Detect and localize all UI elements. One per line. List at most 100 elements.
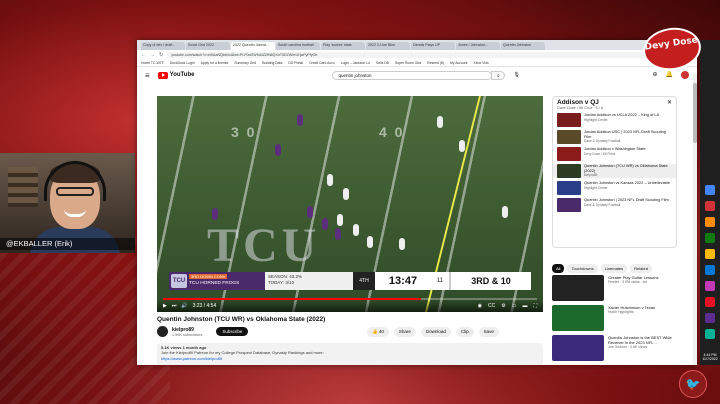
subscribe-button[interactable]: Subscribe: [216, 327, 249, 336]
playlist-thumbnail[interactable]: [557, 164, 581, 178]
time-display: 3:23 / 4:54: [192, 303, 217, 309]
playlist-thumbnail[interactable]: [557, 147, 581, 161]
playlist-title[interactable]: Addison v QJ: [557, 99, 672, 106]
recommended-video[interactable]: Quentin Johnston is the BEST Wide Receiv…: [552, 335, 680, 363]
bookmark-item[interactable]: Super Room Xtra: [395, 61, 421, 65]
filter-chip[interactable]: All: [552, 264, 565, 273]
browser-tab[interactable]: Scout Grid 2022: [186, 42, 230, 50]
video-description[interactable]: 5.1K views 1 month ago Join the Kielpro8…: [157, 343, 543, 365]
field-logo-text: TCU: [207, 219, 321, 272]
video-thumbnail[interactable]: [552, 305, 604, 331]
bookmark-item[interactable]: Summary Grid: [234, 61, 256, 65]
bookmark-item[interactable]: DD Portal: [288, 61, 303, 65]
like-button[interactable]: 👍 40: [367, 327, 389, 337]
close-icon[interactable]: ✕: [667, 99, 672, 106]
playlist-item[interactable]: Quentin Johnston vs Kansas 2022 – Unbeli…: [557, 181, 672, 195]
bookmark-item[interactable]: My Account: [450, 61, 468, 65]
taskbar-app-icon[interactable]: [705, 265, 715, 275]
bookmark-item[interactable]: Sells DB: [376, 61, 389, 65]
bookmark-item[interactable]: Credit Card Acco: [309, 61, 335, 65]
video-player[interactable]: 3 0 4 0 TCU TCU 3RD DOWN CONV TCU HORNED…: [157, 96, 543, 312]
bookmark-item[interactable]: Login – Jackson Lu: [341, 61, 370, 65]
autoplay-toggle[interactable]: ◉: [478, 303, 482, 309]
youtube-logo[interactable]: YouTube: [157, 71, 194, 79]
taskbar-app-icon[interactable]: [705, 185, 715, 195]
reload-icon[interactable]: ↻: [159, 52, 163, 58]
page-scrollbar[interactable]: [693, 73, 697, 365]
playlist-thumbnail[interactable]: [557, 130, 581, 144]
taskbar-app-icon[interactable]: [705, 217, 715, 227]
taskbar-app-icon[interactable]: [705, 313, 715, 323]
taskbar-app-icon[interactable]: [705, 249, 715, 259]
filter-chip[interactable]: Touchdowns: [567, 264, 598, 273]
fullscreen-icon[interactable]: ⛶: [533, 303, 537, 309]
next-icon[interactable]: ⏭: [172, 303, 177, 309]
clip-button[interactable]: Clip: [455, 327, 474, 337]
playlist-item[interactable]: Jordan Addison v Washington State Devy Do…: [557, 147, 672, 161]
volume-icon[interactable]: 🔊: [181, 303, 187, 309]
miniplayer-icon[interactable]: ▭: [512, 303, 517, 309]
forward-icon[interactable]: →: [150, 52, 155, 58]
address-input[interactable]: youtube.com/watch?v=eI0AaNQbbVc&list=PLF…: [167, 51, 685, 58]
playlist-item[interactable]: Quentin Johnston (TCU WR) vs Oklahoma St…: [553, 164, 676, 178]
scrollbar-thumb[interactable]: [693, 83, 697, 143]
video-thumbnail[interactable]: [552, 275, 604, 301]
video-thumbnail[interactable]: [552, 335, 604, 361]
player: [212, 208, 218, 220]
browser-tab[interactable]: Play 'scores' stats: [321, 42, 365, 50]
browser-tab[interactable]: South carolina football: [276, 42, 320, 50]
playlist-item[interactable]: Jordan Addison vs UCLA 2022 – King of LA…: [557, 113, 672, 127]
browser-tab[interactable]: Quentin Johnston: [501, 42, 545, 50]
bookmark-item[interactable]: Home TC-WTF: [141, 61, 164, 65]
account-avatar[interactable]: [681, 71, 689, 79]
recommendations: Greater Play Guitar Lessons Fender · 3.9M…: [552, 275, 680, 365]
share-button[interactable]: Share: [393, 327, 416, 337]
playlist-thumbnail[interactable]: [557, 113, 581, 127]
taskbar-app-icon[interactable]: [705, 201, 715, 211]
recommended-video[interactable]: Greater Play Guitar Lessons Fender · 3.9M…: [552, 275, 680, 303]
playlist-item-meta: Highlight Center: [584, 185, 608, 190]
playlist-item[interactable]: Quentin Johnston | 2023 NFL Draft Scouti…: [557, 198, 672, 212]
browser-tab[interactable]: Jones / Johnston...: [456, 42, 500, 50]
bookmark-item[interactable]: Reseed (8): [427, 61, 444, 65]
taskbar-app-icon[interactable]: [705, 297, 715, 307]
create-video-icon[interactable]: ⊕: [652, 71, 657, 79]
settings-icon[interactable]: ⚙: [501, 303, 505, 309]
browser-tab[interactable]: 2022 2-Line Blue: [366, 42, 410, 50]
video-title: Quentin Johnston (TCU WR) vs Oklahoma St…: [157, 316, 326, 323]
play-icon[interactable]: ▶: [163, 303, 167, 309]
playlist-item[interactable]: Jordan Addison USC | 2023 NFL Draft Scou…: [557, 130, 672, 144]
playlist-thumbnail[interactable]: [557, 181, 581, 195]
bookmark-item[interactable]: DuckDuck Login: [170, 61, 195, 65]
channel-avatar[interactable]: [157, 326, 168, 337]
scorebug-stats: SEASON: 43.2% TODAY: 3/10: [265, 272, 353, 290]
bookmark-item[interactable]: Apply for a license: [201, 61, 229, 65]
back-icon[interactable]: ←: [141, 52, 146, 58]
team-logo: TCU: [171, 274, 187, 288]
patreon-link[interactable]: https://www.patreon.com/kielpro89: [161, 356, 539, 361]
quarter: 4TH: [353, 272, 375, 290]
theater-icon[interactable]: ▬: [522, 303, 527, 309]
taskbar-app-icon[interactable]: [705, 281, 715, 291]
browser-tab[interactable]: Copy of dev / draft...: [141, 42, 185, 50]
playlist-thumbnail[interactable]: [557, 198, 581, 212]
recommended-video[interactable]: Xavier Hutchinson v Texas Hutch Highlight…: [552, 305, 680, 333]
filter-chip[interactable]: Linemates: [600, 264, 628, 273]
search-button[interactable]: ⌕: [491, 70, 506, 80]
bookmark-item[interactable]: Building Data: [262, 61, 282, 65]
playlist-item-meta: Dave & Dynasty Football: [584, 139, 621, 144]
download-button[interactable]: Download: [420, 327, 451, 337]
save-button[interactable]: Save: [478, 327, 499, 337]
search-input[interactable]: quentin johnston: [332, 70, 493, 80]
filter-chip[interactable]: Related: [630, 264, 652, 273]
notifications-icon[interactable]: 🔔: [666, 71, 673, 79]
taskbar-app-icon[interactable]: [705, 233, 715, 243]
bookmark-item[interactable]: Xbox Vids: [473, 61, 488, 65]
browser-tab[interactable]: 2022 Quentin Johnst...: [231, 42, 275, 50]
microphone-icon[interactable]: 🎙: [513, 72, 519, 78]
taskbar-app-icon[interactable]: [705, 329, 715, 339]
captions-icon[interactable]: CC: [488, 303, 495, 309]
hamburger-menu-icon[interactable]: ≡: [145, 71, 150, 80]
browser-tab[interactable]: Dennis Plays UP: [411, 42, 455, 50]
scorebug-tag: 3RD DOWN CONV: [189, 274, 228, 279]
